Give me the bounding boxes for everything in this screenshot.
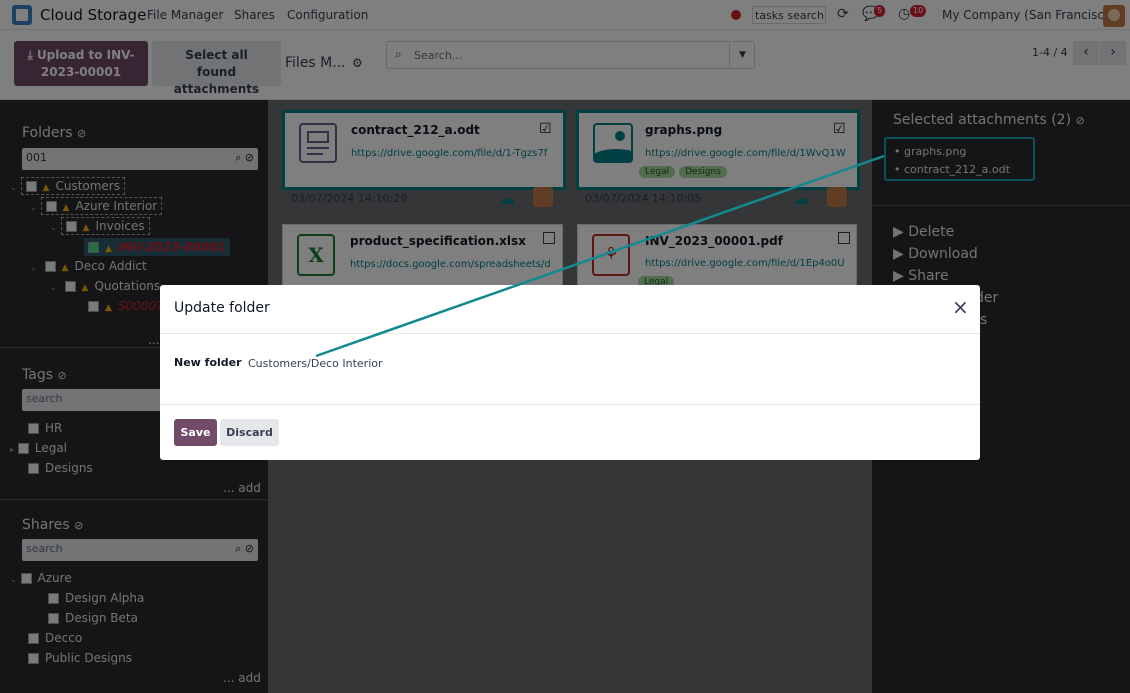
divider — [160, 333, 980, 334]
divider — [160, 404, 980, 405]
dialog-title: Update folder — [174, 300, 270, 316]
save-button[interactable]: Save — [174, 419, 217, 446]
close-icon[interactable]: × — [952, 297, 969, 317]
update-folder-dialog: Update folder × New folder Customers/Dec… — [160, 285, 980, 460]
new-folder-field[interactable]: Customers/Deco Interior — [248, 357, 383, 370]
discard-button[interactable]: Discard — [220, 419, 279, 446]
new-folder-label: New folder — [174, 356, 242, 369]
